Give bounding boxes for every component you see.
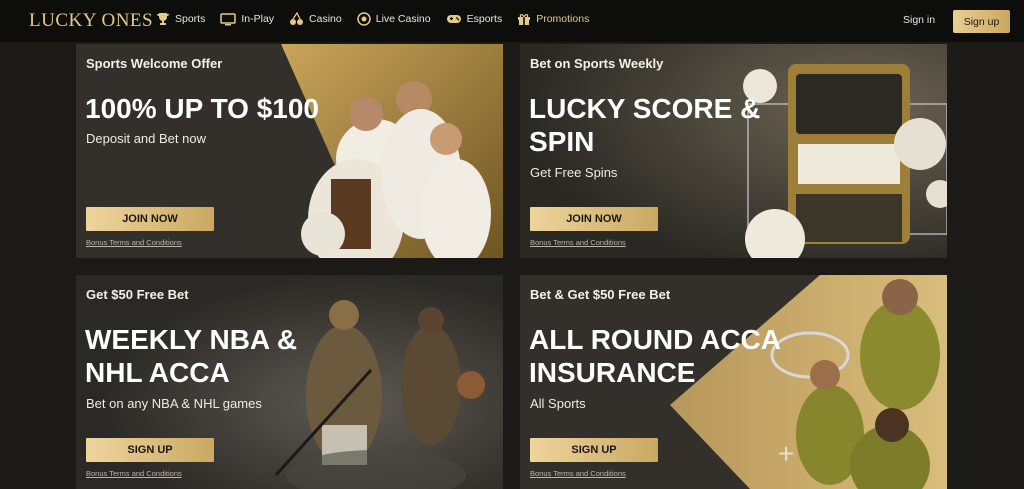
cherries-icon: [290, 12, 304, 25]
nav-item-esports[interactable]: Esports: [446, 13, 503, 25]
promo-subtitle: Get Free Spins: [530, 165, 618, 180]
nav-label: Promotions: [536, 13, 590, 25]
main-nav: Sports In-Play Casino Live Casino Esport…: [156, 12, 604, 26]
promo-eyebrow: Get $50 Free Bet: [86, 287, 189, 302]
nav-item-live-casino[interactable]: Live Casino: [356, 12, 431, 26]
bonus-terms-link[interactable]: Bonus Terms and Conditions: [530, 469, 626, 478]
promo-headline: 100% UP TO $100: [85, 93, 320, 124]
promo-subtitle: Deposit and Bet now: [86, 131, 206, 146]
nav-label: In-Play: [241, 13, 275, 25]
nav-item-casino[interactable]: Casino: [289, 12, 342, 26]
join-now-button[interactable]: JOIN NOW: [86, 207, 214, 231]
svg-text:+: +: [778, 438, 794, 469]
nav-label: Sports: [175, 13, 206, 25]
promo-headline: ALL ROUND ACCA INSURANCE: [529, 324, 781, 388]
chip-icon: [356, 12, 371, 26]
top-navigation-bar: LUCKY ONES Sports In-Play Casino Live Ca…: [0, 0, 1024, 42]
promo-card-lucky-score-spin[interactable]: Bet on Sports Weekly LUCKY SCORE & SPIN …: [520, 44, 947, 258]
promo-card-sports-welcome[interactable]: Sports Welcome Offer 100% UP TO $100 Dep…: [76, 44, 503, 258]
monitor-icon: [220, 12, 237, 25]
promo-card-acca-insurance[interactable]: + Bet & Get $50 Free Bet ALL ROUND ACCA …: [520, 275, 947, 489]
promo-eyebrow: Bet & Get $50 Free Bet: [530, 287, 671, 302]
promo-headline: WEEKLY NBA & NHL ACCA: [85, 324, 298, 388]
nav-item-in-play[interactable]: In-Play: [220, 12, 275, 26]
nav-label: Live Casino: [375, 13, 431, 25]
nav-item-promotions[interactable]: Promotions: [517, 12, 589, 26]
sign-in-link[interactable]: Sign in: [903, 14, 935, 26]
promo-eyebrow: Sports Welcome Offer: [86, 56, 223, 71]
nav-item-sports[interactable]: Sports: [156, 12, 205, 26]
nav-label: Casino: [309, 13, 342, 25]
nav-label: Esports: [466, 13, 503, 25]
sign-up-button[interactable]: SIGN UP: [86, 438, 214, 462]
trophy-icon: [157, 13, 169, 25]
gift-icon: [518, 14, 531, 25]
sign-up-button[interactable]: Sign up: [953, 10, 1010, 33]
gamepad-icon: [446, 15, 461, 23]
bonus-terms-link[interactable]: Bonus Terms and Conditions: [530, 238, 626, 247]
bonus-terms-link[interactable]: Bonus Terms and Conditions: [86, 469, 182, 478]
promo-headline: LUCKY SCORE & SPIN: [529, 93, 761, 157]
brand-logo[interactable]: LUCKY ONES: [29, 10, 153, 32]
promo-card-nba-nhl-acca[interactable]: Get $50 Free Bet WEEKLY NBA & NHL ACCA B…: [76, 275, 503, 489]
sign-up-button[interactable]: SIGN UP: [530, 438, 658, 462]
bonus-terms-link[interactable]: Bonus Terms and Conditions: [86, 238, 182, 247]
promo-subtitle: Bet on any NBA & NHL games: [86, 396, 262, 411]
promo-eyebrow: Bet on Sports Weekly: [530, 56, 664, 71]
join-now-button[interactable]: JOIN NOW: [530, 207, 658, 231]
promo-subtitle: All Sports: [530, 396, 586, 411]
